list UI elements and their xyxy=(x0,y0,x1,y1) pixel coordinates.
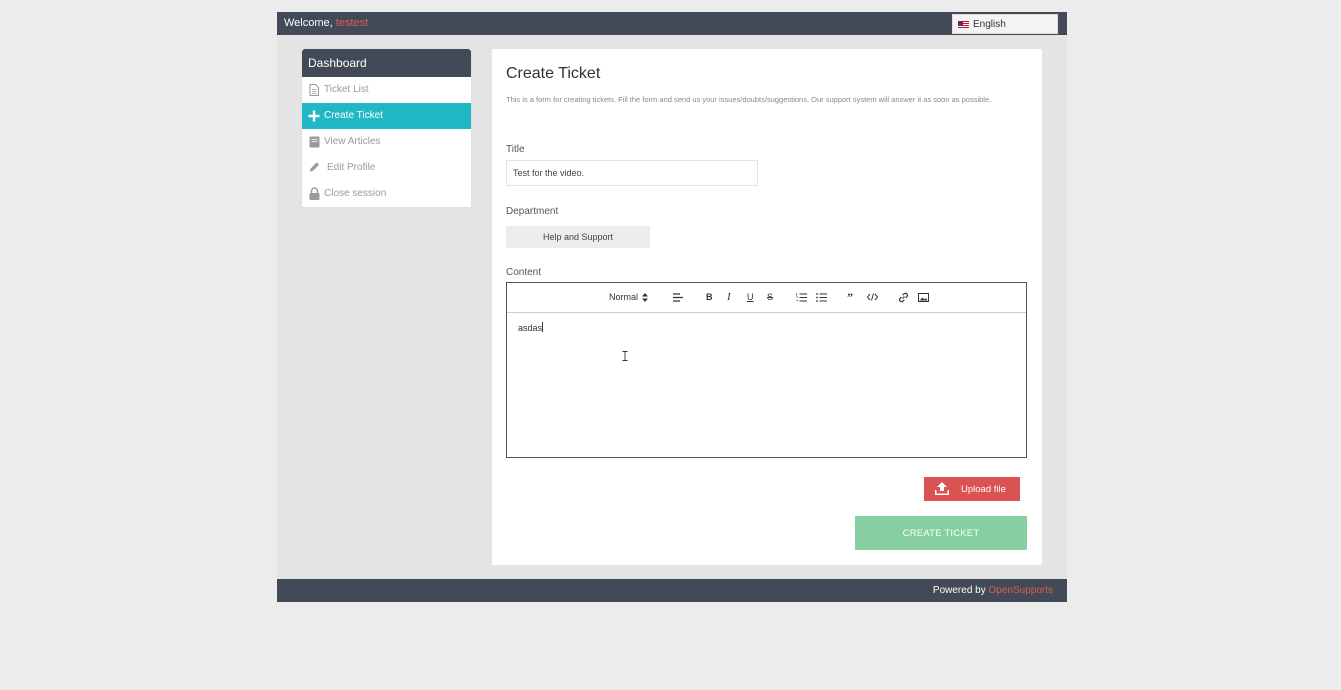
sort-icon xyxy=(642,292,649,302)
editor-text: asdas xyxy=(518,323,543,333)
title-input[interactable]: Test for the video. xyxy=(506,160,758,186)
plus-icon xyxy=(308,109,320,122)
content-label: Content xyxy=(506,267,542,278)
sidebar-item-label: Close session xyxy=(324,188,387,199)
us-flag-icon xyxy=(958,21,969,28)
link-icon[interactable] xyxy=(898,291,909,303)
powered-by: Powered by OpenSupports xyxy=(933,585,1053,596)
welcome-label: Welcome, xyxy=(284,17,336,29)
bold-icon[interactable]: B xyxy=(706,291,713,303)
editor-toolbar: Normal B I U S ” xyxy=(507,283,1026,313)
welcome-message: Welcome, testest xyxy=(284,17,368,29)
footer: Powered by OpenSupports xyxy=(277,579,1067,602)
align-icon[interactable] xyxy=(673,291,683,303)
sidebar-item-ticket-list[interactable]: Ticket List xyxy=(302,77,471,103)
bullet-list-icon[interactable] xyxy=(816,291,827,303)
language-label: English xyxy=(973,19,1006,30)
form-description: This is a form for creating tickets. Fil… xyxy=(506,95,992,104)
page-title: Create Ticket xyxy=(506,65,601,82)
department-label: Department xyxy=(506,206,559,217)
rich-text-editor[interactable]: Normal B I U S ” asdas xyxy=(506,282,1027,458)
text-caret xyxy=(542,322,544,332)
editor-content[interactable]: asdas xyxy=(518,322,544,333)
code-icon[interactable] xyxy=(867,291,878,303)
upload-label: Upload file xyxy=(961,484,1006,495)
sidebar-item-edit-profile[interactable]: Edit Profile xyxy=(302,155,471,181)
sidebar-item-label: Create Ticket xyxy=(324,110,383,121)
brand-link[interactable]: OpenSupports xyxy=(989,585,1054,596)
format-select-value: Normal xyxy=(609,292,639,302)
upload-icon xyxy=(934,481,950,499)
create-ticket-button[interactable]: CREATE TICKET xyxy=(855,516,1027,550)
title-label: Title xyxy=(506,144,525,155)
text-cursor-icon xyxy=(622,351,628,361)
sidebar-item-label: Edit Profile xyxy=(327,162,376,173)
username: testest xyxy=(335,17,369,29)
powered-label: Powered by xyxy=(932,585,989,596)
blockquote-icon[interactable]: ” xyxy=(847,290,853,304)
image-icon[interactable] xyxy=(918,291,929,303)
language-selector[interactable]: English xyxy=(952,14,1058,34)
italic-icon[interactable]: I xyxy=(727,291,731,303)
sidebar-item-create-ticket[interactable]: Create Ticket xyxy=(302,103,471,129)
department-select[interactable]: Help and Support xyxy=(506,226,650,248)
sidebar: Dashboard Ticket List Create Ticket View… xyxy=(302,49,471,207)
sidebar-item-view-articles[interactable]: View Articles xyxy=(302,129,471,155)
app-frame: Welcome, testest English Dashboard Ticke… xyxy=(277,12,1067,602)
upload-file-button[interactable]: Upload file xyxy=(924,477,1020,501)
ordered-list-icon[interactable] xyxy=(796,291,807,303)
strikethrough-icon[interactable]: S xyxy=(767,291,773,303)
underline-icon[interactable]: U xyxy=(747,291,754,303)
sidebar-item-label: Ticket List xyxy=(324,84,369,95)
create-ticket-card: Create Ticket This is a form for creatin… xyxy=(492,49,1042,565)
file-text-icon xyxy=(308,83,320,96)
sidebar-title: Dashboard xyxy=(302,49,471,77)
sidebar-item-label: View Articles xyxy=(324,136,381,147)
sidebar-item-close-session[interactable]: Close session xyxy=(302,181,471,207)
book-icon xyxy=(308,135,320,148)
top-bar: Welcome, testest English xyxy=(277,12,1067,35)
lock-icon xyxy=(308,187,320,200)
format-select[interactable]: Normal xyxy=(609,291,649,303)
pencil-icon xyxy=(308,161,320,174)
